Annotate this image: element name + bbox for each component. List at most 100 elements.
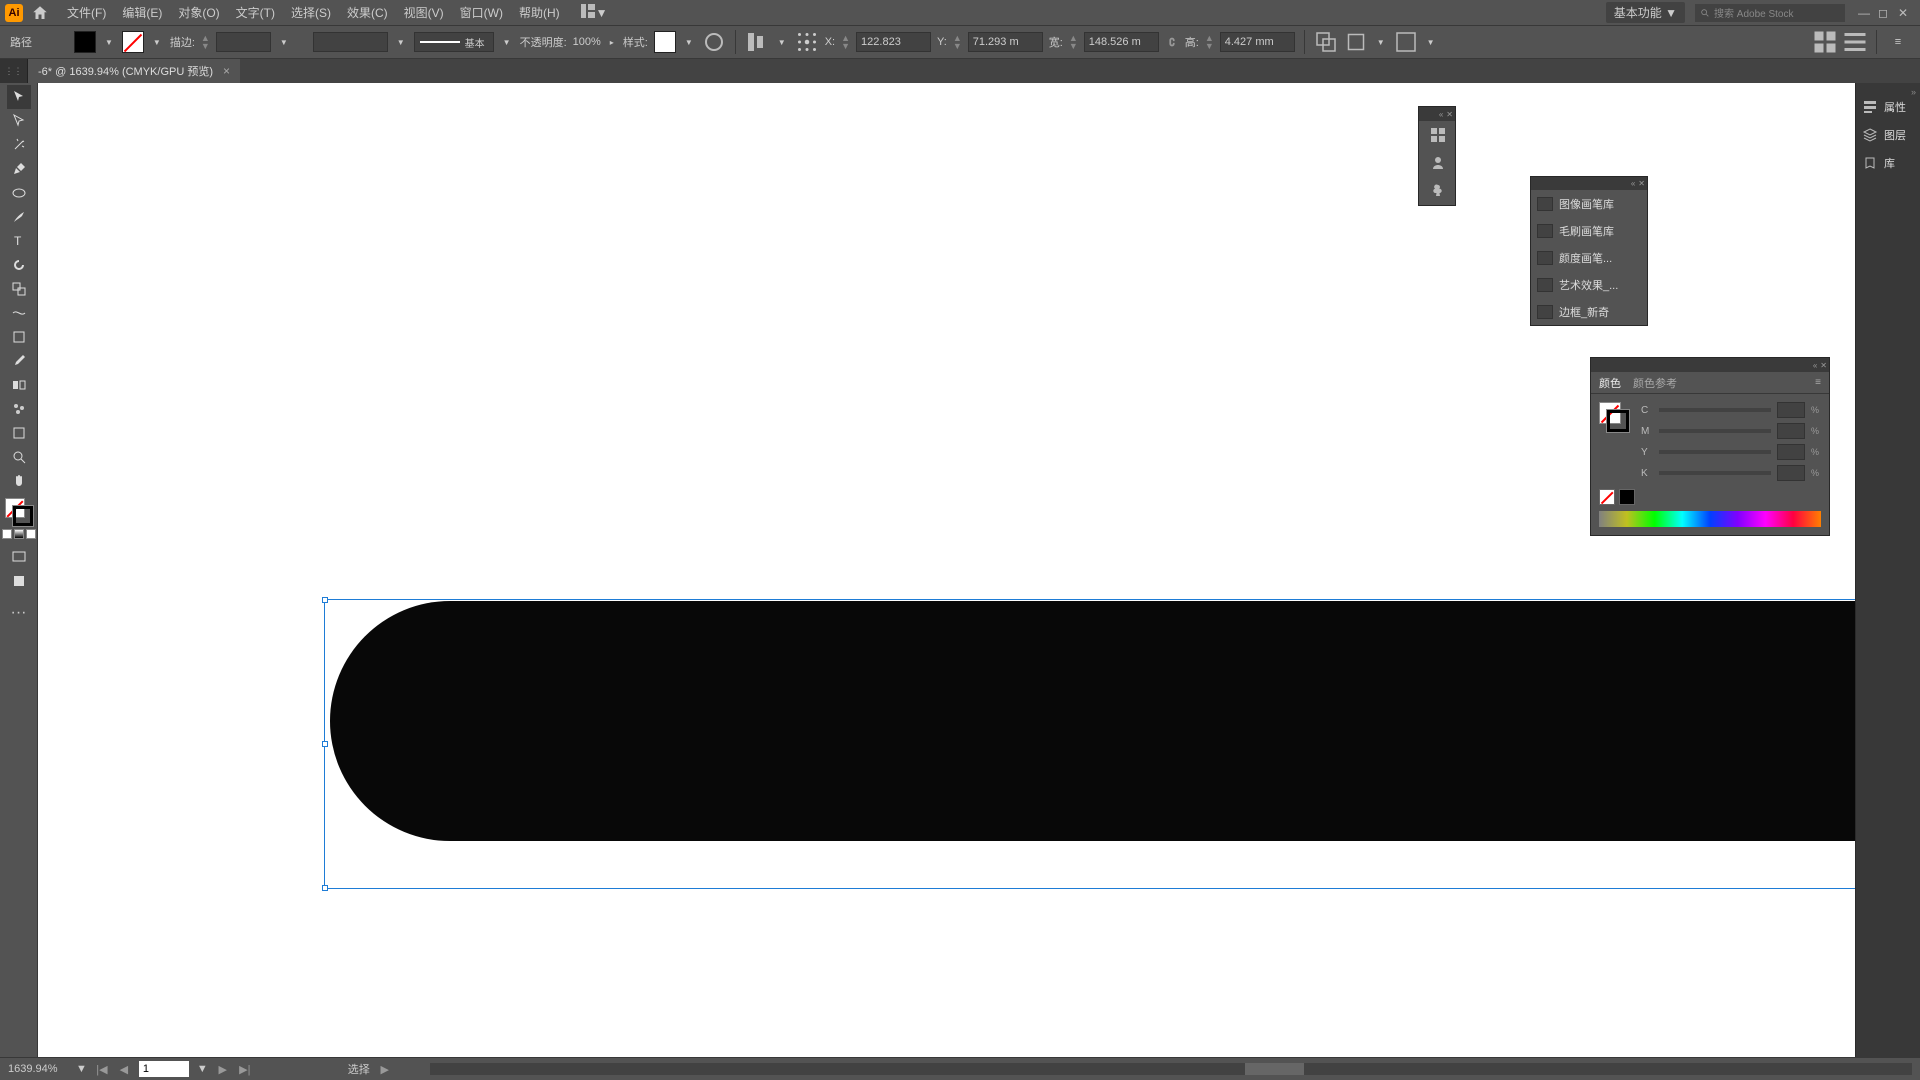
stroke-weight-field[interactable] [216,32,271,52]
tab-color-guide[interactable]: 颜色参考 [1633,375,1677,391]
sel-handle-tl[interactable] [322,597,328,603]
eyedropper-tool[interactable] [7,349,31,373]
mini-panel-club-icon[interactable] [1419,177,1457,205]
ellipse-tool[interactable] [7,181,31,205]
black-swatch[interactable] [1619,489,1635,505]
rotate-tool[interactable] [7,253,31,277]
style-swatch[interactable] [654,31,676,53]
minimize-button[interactable]: — [1858,6,1872,20]
panel-menu-icon[interactable]: ≡ [1886,30,1910,54]
tab-grip[interactable]: ⋮⋮ [0,59,28,83]
menu-type[interactable]: 文字(T) [228,4,283,21]
isolate-icon[interactable] [1344,30,1368,54]
stock-search[interactable]: 搜索 Adobe Stock [1695,4,1845,22]
first-artboard-button[interactable]: |◀ [95,1063,109,1076]
menu-edit[interactable]: 编辑(E) [114,4,170,21]
variable-width-field[interactable] [313,32,388,52]
transform-icon[interactable] [1394,30,1418,54]
color-mode-none[interactable] [26,529,36,539]
black-value[interactable] [1777,465,1805,481]
w-field[interactable] [1084,32,1159,52]
tab-close-icon[interactable]: × [223,64,230,78]
stroke-swatch[interactable] [122,31,144,53]
yellow-slider[interactable] [1659,450,1771,454]
mini-panel-grid-icon[interactable] [1419,121,1457,149]
type-tool[interactable]: T [7,229,31,253]
pen-tool[interactable] [7,157,31,181]
dock-libraries[interactable]: 库 [1856,149,1920,177]
free-transform-tool[interactable] [7,325,31,349]
align-panel-icon[interactable] [745,30,769,54]
direct-selection-tool[interactable] [7,109,31,133]
blend-tool[interactable] [7,373,31,397]
h-field[interactable] [1220,32,1295,52]
maximize-button[interactable]: ◻ [1878,6,1892,20]
magenta-value[interactable] [1777,423,1805,439]
menu-view[interactable]: 视图(V) [396,4,452,21]
y-field[interactable] [968,32,1043,52]
stroke-weight-stepper[interactable]: ▲▼ [201,34,210,50]
close-button[interactable]: ✕ [1898,6,1912,20]
document-tab[interactable]: -6* @ 1639.94% (CMYK/GPU 预览) × [28,59,240,83]
color-spectrum[interactable] [1599,511,1821,527]
menu-help[interactable]: 帮助(H) [511,4,568,21]
brush-panel-head[interactable]: «✕ [1531,177,1647,190]
fill-dropdown[interactable]: ▼ [102,38,116,47]
color-mode-solid[interactable] [2,529,12,539]
magic-wand-tool[interactable] [7,133,31,157]
link-wh-icon[interactable] [1165,30,1179,54]
menu-effect[interactable]: 效果(C) [339,4,396,21]
transform-origin-icon[interactable] [795,30,819,54]
color-mode-gradient[interactable] [14,529,24,539]
width-tool[interactable] [7,301,31,325]
list-icon[interactable] [1843,30,1867,54]
zoom-level[interactable]: 1639.94% [8,1063,68,1075]
panel-fill-stroke[interactable] [1599,402,1629,432]
brush-lib-bristle[interactable]: 毛刷画笔库 [1531,217,1647,244]
magenta-slider[interactable] [1659,429,1771,433]
brush-lib-artistic[interactable]: 艺术效果_... [1531,271,1647,298]
shape-builder-tool[interactable] [7,277,31,301]
dock-properties[interactable]: 属性 [1856,93,1920,121]
zoom-tool[interactable] [7,445,31,469]
menu-object[interactable]: 对象(O) [170,4,227,21]
menu-file[interactable]: 文件(F) [59,4,114,21]
opacity-value[interactable]: 100% [573,36,601,48]
symbol-sprayer-tool[interactable] [7,397,31,421]
change-screen-tool[interactable] [7,569,31,593]
stroke-indicator[interactable] [13,506,33,526]
panel-stroke-swatch[interactable] [1607,410,1629,432]
sel-handle-ml[interactable] [322,741,328,747]
panel-menu-icon[interactable]: ≡ [1815,377,1821,388]
hand-tool[interactable] [7,469,31,493]
stroke-dropdown[interactable]: ▼ [150,38,164,47]
recolor-icon[interactable] [702,30,726,54]
cyan-slider[interactable] [1659,408,1771,412]
paintbrush-tool[interactable] [7,205,31,229]
menu-select[interactable]: 选择(S) [283,4,339,21]
brush-lib-border[interactable]: 边框_新奇 [1531,298,1647,325]
sel-handle-bl[interactable] [322,885,328,891]
mini-panel-head[interactable]: «✕ [1419,107,1455,121]
prev-artboard-button[interactable]: ◀ [117,1063,131,1076]
cyan-value[interactable] [1777,402,1805,418]
color-panel-head[interactable]: «✕ [1591,358,1829,372]
artboard-field[interactable] [139,1061,189,1077]
status-menu[interactable]: ▶ [378,1063,392,1076]
h-scrollbar[interactable] [430,1063,1912,1075]
x-field[interactable] [856,32,931,52]
brush-lib-image[interactable]: 图像画笔库 [1531,190,1647,217]
workspace-switcher[interactable]: 基本功能 ▼ [1606,2,1685,23]
none-swatch[interactable] [1599,489,1615,505]
shape-builder-icon[interactable] [1314,30,1338,54]
last-artboard-button[interactable]: ▶| [238,1063,252,1076]
artboard-tool[interactable] [7,421,31,445]
yellow-value[interactable] [1777,444,1805,460]
dock-layers[interactable]: 图层 [1856,121,1920,149]
mini-panel-person-icon[interactable] [1419,149,1457,177]
black-slider[interactable] [1659,471,1771,475]
fill-stroke-indicator[interactable] [5,498,33,526]
brush-lib-pattern[interactable]: 颜度画笔... [1531,244,1647,271]
h-scrollbar-thumb[interactable] [1245,1063,1304,1075]
next-artboard-button[interactable]: ▶ [216,1063,230,1076]
